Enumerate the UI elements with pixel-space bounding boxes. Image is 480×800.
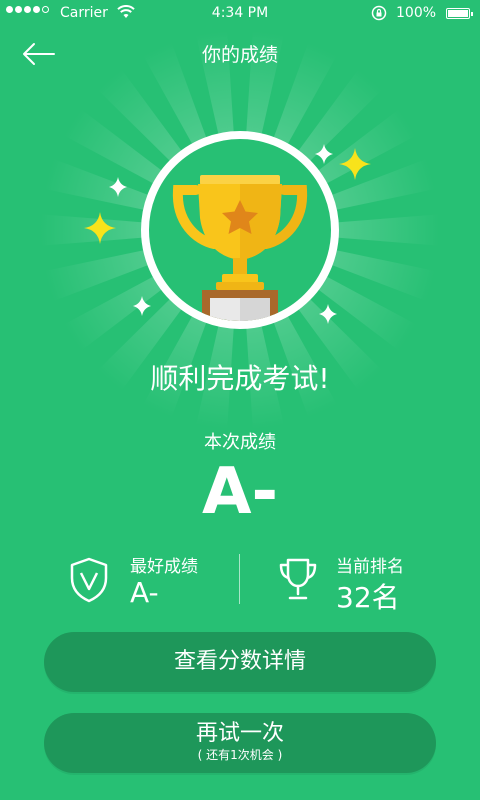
trophy-hero: [84, 131, 371, 329]
sparkle-icon: [315, 144, 333, 164]
sparkle-icon: [133, 296, 151, 316]
sparkle-icon: [109, 177, 127, 197]
trophy-outline-icon: [279, 558, 317, 600]
retry-button[interactable]: 再试一次 ( 还有1次机会 ): [44, 713, 436, 773]
view-score-details-label: 查看分数详情: [173, 649, 306, 674]
result-screen: Carrier 4:34 PM 100% 你的成绩 顺利完成考试! 本次成绩 A…: [0, 0, 480, 800]
sparkle-icon: [84, 212, 116, 244]
view-score-details-button[interactable]: 查看分数详情: [44, 632, 436, 692]
best-score-value: A-: [130, 576, 159, 609]
rank-label: 当前排名: [336, 557, 404, 577]
retry-attempts-remaining: ( 还有1次机会 ): [197, 748, 283, 762]
stats-divider: [239, 554, 240, 604]
sparkle-icon: [339, 148, 371, 180]
shield-v-icon: [70, 557, 108, 603]
rank-value: 32名: [336, 581, 400, 614]
score-value: A-: [201, 455, 279, 529]
result-headline: 顺利完成考试!: [150, 362, 330, 395]
sparkle-icon: [319, 304, 337, 324]
best-score-label: 最好成绩: [130, 557, 198, 577]
stats-row: 最好成绩 A- 当前排名 32名: [0, 548, 480, 618]
retry-label: 再试一次: [195, 721, 284, 746]
